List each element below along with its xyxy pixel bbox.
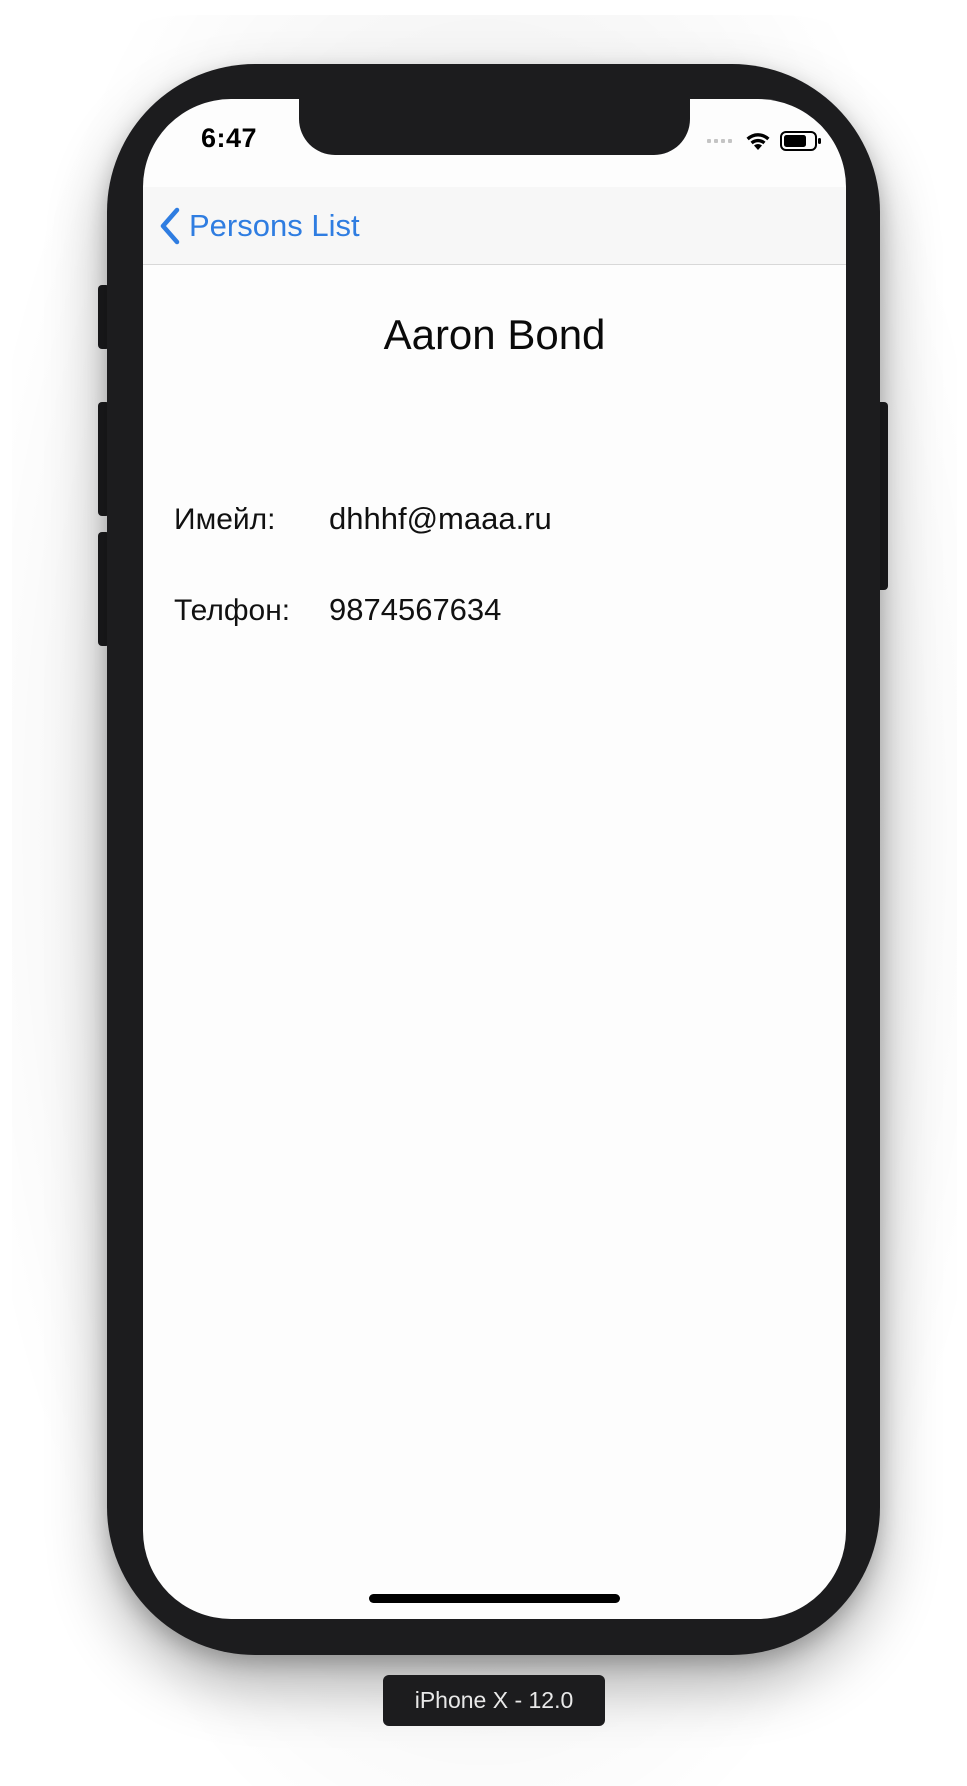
phone-value: 9874567634 [329,592,502,627]
navigation-bar: Persons List [143,187,846,265]
status-time: 6:47 [201,123,258,153]
email-row: Имейл: dhhhf@maaa.ru [174,501,552,537]
person-name-title: Aaron Bond [383,311,606,358]
wifi-icon [746,133,770,150]
notch [299,99,690,155]
simulator-stage: 6:47 Persons List Aaron Bond Имейл: dhhh… [0,0,967,1786]
home-indicator[interactable] [369,1594,620,1603]
phone-row: Телфон: 9874567634 [174,592,501,628]
email-value: dhhhf@maaa.ru [329,501,552,536]
phone-label: Телфон: [174,594,291,627]
battery-icon [780,131,821,151]
cellular-dots-icon [707,139,732,143]
device-label: iPhone X - 12.0 [383,1675,605,1726]
back-button[interactable]: Persons List [157,203,360,249]
chevron-left-icon [160,207,180,245]
back-button-label: Persons List [189,208,360,243]
phone-screen: 6:47 Persons List Aaron Bond Имейл: dhhh… [143,99,846,1619]
email-label: Имейл: [174,503,276,536]
status-icons [707,129,822,153]
